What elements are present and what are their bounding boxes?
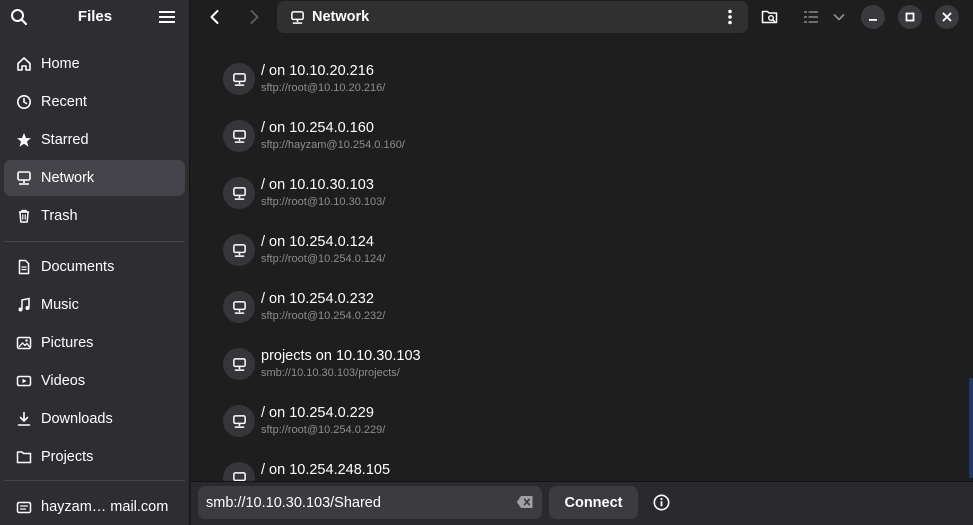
list-item[interactable]: / on 10.10.30.103 sftp://root@10.10.30.1… [191,163,973,220]
network-icon [223,120,255,152]
sidebar: Files Home Recent Starred Network Trash … [0,0,190,525]
list-item[interactable]: projects on 10.10.30.103 smb://10.10.30.… [191,334,973,391]
network-icon [291,11,304,24]
server-name: / on 10.10.30.103 [261,177,374,193]
list-item[interactable]: / on 10.10.20.216 sftp://root@10.10.20.2… [191,49,973,106]
list-item[interactable]: / on 10.254.248.105 [191,448,973,481]
sidebar-item-label: Recent [41,94,87,110]
server-name: / on 10.254.0.124 [261,234,374,250]
sidebar-item-label: Starred [41,132,89,148]
network-icon [223,462,255,481]
sidebar-item-music[interactable]: Music [4,287,185,323]
network-icon [223,63,255,95]
network-icon [223,348,255,380]
path-bar[interactable]: Network [277,1,748,33]
account-label: hayzam… mail.com [41,499,169,515]
list-item[interactable]: / on 10.254.0.160 sftp://hayzam@10.254.0… [191,106,973,163]
sidebar-item-account[interactable]: hayzam… mail.com [4,489,185,525]
desktop-edge [969,378,973,478]
picture-icon [16,336,32,350]
server-url: sftp://root@10.254.0.124/ [261,253,386,265]
folder-icon [16,451,32,464]
clear-text-icon[interactable] [516,495,534,509]
network-icon [223,291,255,323]
sidebar-item-label: Videos [41,373,86,389]
minimize-icon [869,19,877,21]
header-bar: Network [191,0,973,34]
sidebar-item-label: Pictures [41,335,94,351]
music-icon [18,297,30,312]
sidebar-item-home[interactable]: Home [4,46,185,82]
sidebar-item-trash[interactable]: Trash [4,198,185,234]
server-name: / on 10.254.0.229 [261,405,374,421]
list-item[interactable]: / on 10.254.0.124 sftp://root@10.254.0.1… [191,220,973,277]
close-button[interactable] [935,5,959,29]
chevron-down-icon[interactable] [830,8,848,26]
sidebar-item-videos[interactable]: Videos [4,363,185,399]
sidebar-item-label: Home [41,56,80,72]
sidebar-item-label: Documents [41,259,115,275]
server-list: / on 10.10.20.216 sftp://root@10.10.20.2… [191,34,973,481]
sidebar-item-label: Network [41,170,95,186]
server-url: sftp://root@10.254.0.229/ [261,424,386,436]
sidebar-divider [4,480,185,481]
back-arrow-icon[interactable] [205,7,225,27]
maximize-icon [905,12,915,22]
sidebar-item-label: Music [41,297,79,313]
list-item[interactable]: / on 10.254.0.232 sftp://root@10.254.0.2… [191,277,973,334]
star-icon [17,133,31,147]
server-url: sftp://root@10.10.30.103/ [261,196,386,208]
forward-arrow-icon[interactable] [244,7,264,27]
list-view-icon[interactable] [802,8,820,26]
list-item[interactable]: / on 10.254.0.229 sftp://root@10.254.0.2… [191,391,973,448]
hamburger-menu-icon[interactable] [158,8,176,26]
maximize-button[interactable] [898,5,922,29]
sidebar-item-label: Projects [41,449,94,465]
document-icon [18,259,30,275]
minimize-button[interactable] [861,5,885,29]
sidebar-item-starred[interactable]: Starred [4,122,185,158]
download-icon [17,411,31,426]
account-icon [16,501,32,514]
close-icon [942,12,952,22]
server-name: / on 10.254.0.160 [261,120,374,136]
sidebar-item-network[interactable]: Network [4,160,185,196]
network-icon [223,234,255,266]
server-url: sftp://root@10.10.20.216/ [261,82,386,94]
network-icon [223,405,255,437]
home-icon [17,57,31,71]
sidebar-item-documents[interactable]: Documents [4,249,185,285]
server-name: projects on 10.10.30.103 [261,348,421,364]
network-icon [17,171,31,185]
sidebar-item-pictures[interactable]: Pictures [4,325,185,361]
network-icon [223,177,255,209]
search-icon[interactable] [10,8,28,26]
info-icon[interactable] [653,494,670,511]
server-url: smb://10.10.30.103/projects/ [261,367,400,379]
video-icon [16,375,32,387]
sidebar-divider [4,241,185,242]
folder-search-icon[interactable] [761,8,779,26]
sidebar-item-label: Trash [41,208,78,224]
sidebar-item-recent[interactable]: Recent [4,84,185,120]
clock-icon [17,95,31,109]
server-address-field[interactable] [198,486,542,519]
sidebar-item-downloads[interactable]: Downloads [4,401,185,437]
location-title: Network [312,9,370,25]
sidebar-header: Files [0,0,190,34]
server-address-input[interactable] [198,486,508,519]
server-name: / on 10.254.248.105 [261,462,391,478]
connect-bar: Connect [191,481,973,525]
trash-icon [19,209,29,223]
server-url: sftp://root@10.254.0.232/ [261,310,386,322]
server-url: sftp://hayzam@10.254.0.160/ [261,139,405,151]
connect-button[interactable]: Connect [549,486,638,519]
server-name: / on 10.10.20.216 [261,63,374,79]
server-name: / on 10.254.0.232 [261,291,374,307]
sidebar-item-label: Downloads [41,411,113,427]
sidebar-item-projects[interactable]: Projects [4,439,185,475]
kebab-menu-icon[interactable] [722,9,738,25]
